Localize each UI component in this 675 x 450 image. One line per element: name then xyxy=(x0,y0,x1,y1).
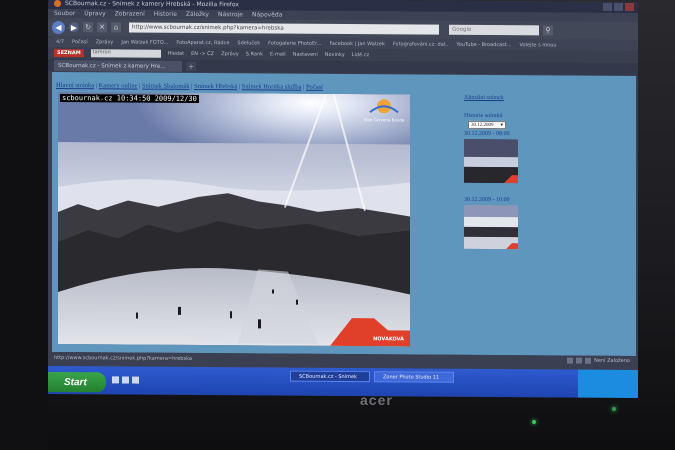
system-tray xyxy=(578,369,638,399)
bookmark-item[interactable]: Sdeluček xyxy=(237,40,260,46)
history-sidebar: Aktuální snímek Historie snímků 30.12.20… xyxy=(464,95,544,250)
toolbar-item[interactable]: E-mail xyxy=(270,51,286,57)
start-label: Start xyxy=(64,376,87,388)
minimize-button[interactable] xyxy=(603,2,612,11)
webcam-scene xyxy=(58,92,410,347)
menu-history[interactable]: Historie xyxy=(154,11,177,18)
taskbar-item-zoner[interactable]: Zoner Photo Studio 11 xyxy=(374,371,454,383)
chevron-down-icon: ▾ xyxy=(500,123,503,129)
resort-logo: Sion Cervena Bouda xyxy=(362,96,406,122)
bookmark-item[interactable]: Volejte s mnou xyxy=(520,42,557,48)
url-input[interactable]: http://www.scbournak.cz/snimek.php?kamer… xyxy=(129,22,439,35)
toolbar-item[interactable]: S.Rank xyxy=(246,51,263,57)
status-text: http://www.scbournak.cz/snimek.php?kamer… xyxy=(54,354,192,362)
tab-label: SCBournak.cz - Snímek z kamery Hre... xyxy=(58,62,166,70)
toolbar-item[interactable]: Nastavení xyxy=(293,52,318,58)
addon-icon[interactable] xyxy=(567,357,574,364)
quick-launch-icon[interactable] xyxy=(112,376,119,384)
bookmark-item[interactable]: FotoAparat.cz, Rádce xyxy=(176,39,229,45)
window-title: SCBournak.cz - Snímek z kamery Hrebská -… xyxy=(65,0,239,9)
back-button[interactable]: ◀ xyxy=(52,20,65,34)
bookmark-item[interactable]: Fotogalerie PhotoEr... xyxy=(268,40,321,46)
nav-link-snapshot-hrebska[interactable]: Snímek Hřebská xyxy=(194,83,237,90)
nav-link-snapshot-sbalomak[interactable]: Snímek Sbalomák xyxy=(142,83,189,90)
home-icon[interactable]: ⌂ xyxy=(111,22,121,33)
quick-launch-icon[interactable] xyxy=(132,376,139,384)
status-right-text: Není Založeno xyxy=(594,357,630,365)
resort-logo-text: Sion Cervena Bouda xyxy=(363,117,405,123)
taskbar-item-label: SCBournak.cz - Snímek xyxy=(299,373,357,380)
window-controls xyxy=(603,2,634,12)
close-button[interactable] xyxy=(625,2,634,12)
power-led xyxy=(532,420,536,424)
bezel-left-edge xyxy=(0,0,48,450)
history-date-select[interactable]: 30.12.2009 ▾ xyxy=(468,120,506,130)
status-led xyxy=(612,407,616,411)
quick-launch xyxy=(112,376,139,384)
menu-tools[interactable]: Nástroje xyxy=(218,11,243,18)
stop-icon[interactable]: ✕ xyxy=(97,22,107,33)
toolbar-item[interactable]: Novinky xyxy=(325,52,345,58)
menu-bookmarks[interactable]: Záložky xyxy=(186,11,209,18)
bookmark-item[interactable]: Fotografování.cz: dal.. xyxy=(393,41,449,47)
reload-icon[interactable]: ↻ xyxy=(83,22,93,33)
webcam-brandmark: NOVAKOVÁ xyxy=(373,336,404,343)
bookmark-item[interactable]: 4/7 xyxy=(56,38,64,44)
nav-link-snapshot-horitka[interactable]: Snímek Horitka služba xyxy=(242,83,302,90)
search-input[interactable]: Google xyxy=(449,24,539,36)
history-label: Historie snímků xyxy=(464,112,503,120)
menu-file[interactable]: Soubor xyxy=(54,10,75,17)
webcam-image: scbournak.cz 10:34:50 2009/12/30 Sion Ce… xyxy=(58,92,410,347)
toolbar-item[interactable]: Zprávy xyxy=(221,51,239,57)
history-caption: 30.12.2009 - 08:00 xyxy=(464,130,510,138)
bookmark-item[interactable]: YouTube - Broadcast... xyxy=(456,41,511,47)
monitor-brand-logo: acer xyxy=(360,392,393,408)
history-date-value: 30.12.2009 xyxy=(471,122,494,128)
bookmark-item[interactable]: Facebook | Jan Walzek xyxy=(330,40,385,46)
sun-logo-icon xyxy=(369,99,399,114)
seznam-search-input[interactable]: tamron xyxy=(90,49,161,58)
nav-link-weather[interactable]: Počasí xyxy=(306,84,323,91)
new-tab-icon[interactable]: + xyxy=(186,61,196,71)
site-navigation: Hlavní stránka | Kamery online | Snímek … xyxy=(56,81,323,91)
toolbar-item[interactable]: Lidé.cz xyxy=(352,52,369,58)
forward-button[interactable]: ▶ xyxy=(69,22,79,33)
nav-link-cameras[interactable]: Kamery online xyxy=(99,82,138,89)
taskbar-item-label: Zoner Photo Studio 11 xyxy=(383,373,440,381)
bookmark-item[interactable]: Jan Walzek FOTO... xyxy=(121,39,168,45)
addon-icon[interactable] xyxy=(585,357,592,364)
webcam-timestamp: scbournak.cz 10:34:50 2009/12/30 xyxy=(60,94,199,103)
current-snapshot-link[interactable]: Aktuální snímek xyxy=(464,95,504,101)
menu-edit[interactable]: Úpravy xyxy=(84,10,105,17)
bookmark-item[interactable]: Zprávy xyxy=(96,39,114,45)
addon-icon[interactable] xyxy=(576,357,583,364)
taskbar-item-firefox[interactable]: SCBournak.cz - Snímek xyxy=(290,370,370,383)
start-button[interactable]: Start xyxy=(48,371,106,393)
bookmark-item[interactable]: Počasí xyxy=(72,39,88,45)
toolbar-item[interactable]: EN -> CZ xyxy=(191,51,214,57)
firefox-icon xyxy=(54,0,61,8)
status-addons: Není Založeno xyxy=(567,357,630,365)
toolbar-item[interactable]: Hledat xyxy=(168,51,184,57)
tab-scbournak[interactable]: SCBournak.cz - Snímek z kamery Hre... xyxy=(54,59,182,72)
menu-help[interactable]: Nápověda xyxy=(252,11,282,18)
menu-view[interactable]: Zobrazení xyxy=(115,10,145,17)
nav-link-home[interactable]: Hlavní stránka xyxy=(56,82,94,89)
windows-taskbar: Start SCBournak.cz - Snímek Zoner Photo … xyxy=(48,365,638,399)
page-content: Hlavní stránka | Kamery online | Snímek … xyxy=(52,71,636,357)
seznam-logo[interactable]: SEZNAM xyxy=(54,48,84,58)
history-thumbnail[interactable] xyxy=(464,204,518,250)
history-thumbnail[interactable] xyxy=(464,138,518,184)
monitor-screen: SCBournak.cz - Snímek z kamery Hrebská -… xyxy=(48,0,638,399)
quick-launch-icon[interactable] xyxy=(122,376,129,384)
maximize-button[interactable] xyxy=(614,2,623,11)
search-icon[interactable]: ⚲ xyxy=(543,25,553,36)
history-caption: 30.12.2009 - 10:00 xyxy=(464,196,510,204)
